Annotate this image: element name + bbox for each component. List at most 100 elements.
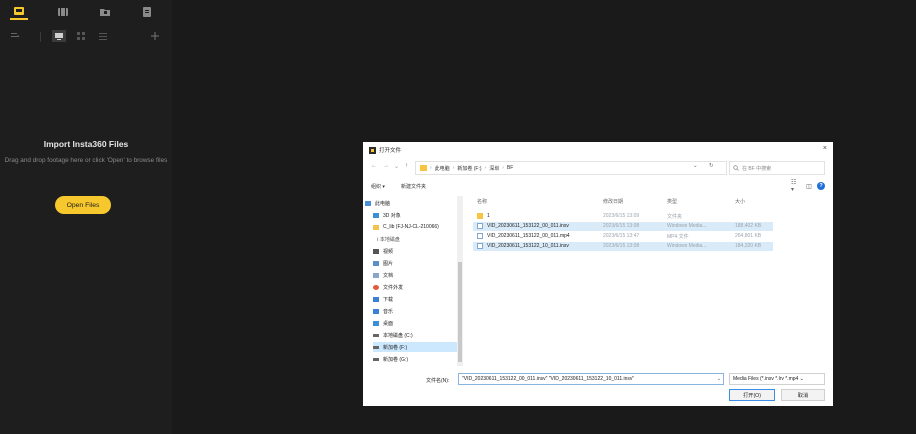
media-library-panel: Import Insta360 Files Drag and drop foot…: [0, 0, 172, 434]
tree-item[interactable]: 文件外发: [373, 282, 461, 292]
tile-view-icon: [77, 32, 85, 40]
tile-view-button[interactable]: [74, 30, 88, 42]
command-bar: 组织 ▾ 新建文件夹 ☷ ▾ ◫ ?: [363, 180, 833, 193]
refresh-button[interactable]: ↻: [709, 163, 714, 169]
documents-icon: [373, 272, 379, 278]
tree-item[interactable]: 音乐: [373, 306, 461, 316]
media-folder-icon: [14, 7, 24, 15]
file-row[interactable]: 1 2023/6/15 13:09 文件夹: [473, 212, 773, 221]
breadcrumb-item[interactable]: 新加卷 (F:): [457, 165, 481, 172]
new-folder-button[interactable]: 新建文件夹: [401, 183, 426, 190]
grid-view-icon: [55, 33, 63, 40]
tab-projects[interactable]: [96, 4, 114, 20]
file-type-select[interactable]: Media Files (*.insv *.lrv *.mp4 ⌄: [729, 373, 825, 385]
breadcrumb-item[interactable]: 此电脑: [435, 165, 450, 172]
media-file-icon: [477, 243, 483, 249]
film-icon: [58, 8, 68, 16]
column-name[interactable]: 名称: [477, 198, 487, 205]
tree-item[interactable]: 此电脑: [365, 198, 461, 208]
app-icon: [369, 147, 376, 154]
network-folder-icon: [373, 224, 379, 230]
filename-label: 文件名(N):: [426, 378, 450, 384]
back-button[interactable]: ←: [371, 163, 377, 169]
up-button[interactable]: ↑: [405, 163, 408, 169]
forward-button[interactable]: →: [383, 163, 389, 169]
filter-icon: [11, 33, 20, 37]
tree-item[interactable]: 下载: [373, 294, 461, 304]
column-header: 名称 修改日期 类型 大小: [469, 196, 779, 208]
file-row-selected[interactable]: VID_20230611_153122_00_011.insv 2023/6/1…: [473, 222, 773, 231]
tree-item[interactable]: 本地磁盘 (C:): [373, 330, 461, 340]
drive-icon: [373, 333, 379, 337]
open-file-dialog: 打开文件 × ← → ⌄ ↑ › 此电脑 › 新加卷 (F:) › 深圳 › B…: [363, 142, 833, 406]
tree-item-selected[interactable]: 新加卷 (F:): [373, 342, 457, 352]
breadcrumb-item[interactable]: BF: [507, 165, 513, 171]
drive-icon: [373, 357, 379, 361]
top-tab-bar: [0, 0, 172, 26]
share-icon: [373, 284, 379, 290]
computer-icon: [365, 200, 371, 206]
scrollbar-thumb[interactable]: [458, 262, 462, 362]
filename-input[interactable]: "VID_20230611_153122_00_011.insv" "VID_2…: [458, 373, 724, 385]
tree-scrollbar[interactable]: [457, 196, 463, 366]
drive-icon: [373, 345, 379, 349]
list-view-button[interactable]: [96, 30, 110, 42]
toolbar-divider: [40, 32, 41, 42]
import-title: Import Insta360 Files: [43, 139, 129, 149]
address-dropdown[interactable]: ⌄: [693, 163, 698, 169]
folder-icon: [477, 213, 483, 219]
close-button[interactable]: ×: [823, 145, 827, 152]
desktop-icon: [373, 320, 379, 326]
tree-item[interactable]: Ⅰ 本地磁盘: [377, 234, 461, 244]
grid-view-button[interactable]: [52, 30, 66, 42]
tree-item[interactable]: 视频: [373, 246, 461, 256]
add-button[interactable]: [148, 30, 162, 42]
tree-item[interactable]: 图片: [373, 258, 461, 268]
search-input[interactable]: 在 BF 中搜索: [729, 161, 825, 175]
music-icon: [373, 308, 379, 314]
download-icon: [373, 296, 379, 302]
navigation-tree: 此电脑 3D 对象 C_lib (FJ-NJ-CL-210066) Ⅰ 本地磁盘…: [363, 196, 461, 370]
media-file-icon: [477, 223, 483, 229]
cancel-button[interactable]: 取消: [781, 389, 825, 401]
open-files-button[interactable]: Open Files: [55, 196, 111, 214]
3d-objects-icon: [373, 212, 379, 218]
open-button[interactable]: 打开(O): [729, 389, 775, 401]
tab-media[interactable]: [10, 4, 28, 20]
address-bar[interactable]: › 此电脑 › 新加卷 (F:) › 深圳 › BF: [415, 161, 727, 175]
breadcrumb-item[interactable]: 深圳: [489, 165, 499, 172]
filter-button[interactable]: [8, 30, 22, 42]
tab-film[interactable]: [54, 4, 72, 20]
history-dropdown[interactable]: ⌄: [394, 163, 399, 170]
file-row[interactable]: VID_20230611_153122_00_011.mp4 2023/6/15…: [473, 232, 773, 241]
help-icon[interactable]: ?: [817, 182, 825, 190]
column-date[interactable]: 修改日期: [603, 198, 623, 205]
view-toolbar: [0, 28, 172, 46]
search-placeholder: 在 BF 中搜索: [742, 165, 772, 172]
tree-item[interactable]: 3D 对象: [373, 210, 461, 220]
tree-item[interactable]: 文档: [373, 270, 461, 280]
file-row-selected[interactable]: VID_20230611_153122_10_011.insv 2023/6/1…: [473, 242, 773, 251]
navigation-bar: ← → ⌄ ↑ › 此电脑 › 新加卷 (F:) › 深圳 › BF ⌄ ↻ 在…: [363, 161, 833, 175]
column-size[interactable]: 大小: [735, 198, 745, 205]
organize-button[interactable]: 组织 ▾: [371, 183, 385, 190]
tree-item[interactable]: C_lib (FJ-NJ-CL-210066): [373, 222, 461, 232]
video-icon: [373, 248, 379, 254]
project-folder-icon: [100, 9, 110, 16]
tree-item[interactable]: 新加卷 (G:): [373, 354, 461, 364]
preview-pane-icon[interactable]: ◫: [805, 182, 813, 190]
folder-icon: [420, 165, 427, 171]
pictures-icon: [373, 260, 379, 266]
view-options-icon[interactable]: ☷ ▾: [791, 180, 799, 193]
import-description: Drag and drop footage here or click 'Ope…: [4, 157, 168, 164]
media-file-icon: [477, 233, 483, 239]
tree-item[interactable]: 桌面: [373, 318, 461, 328]
list-view-icon: [99, 33, 107, 40]
tab-documents[interactable]: [138, 4, 156, 20]
plus-icon: [151, 32, 159, 40]
document-icon: [143, 7, 151, 17]
dialog-title: 打开文件: [379, 148, 402, 154]
filename-dropdown[interactable]: ⌄: [714, 374, 724, 384]
search-icon: [733, 165, 739, 171]
column-type[interactable]: 类型: [667, 198, 677, 205]
